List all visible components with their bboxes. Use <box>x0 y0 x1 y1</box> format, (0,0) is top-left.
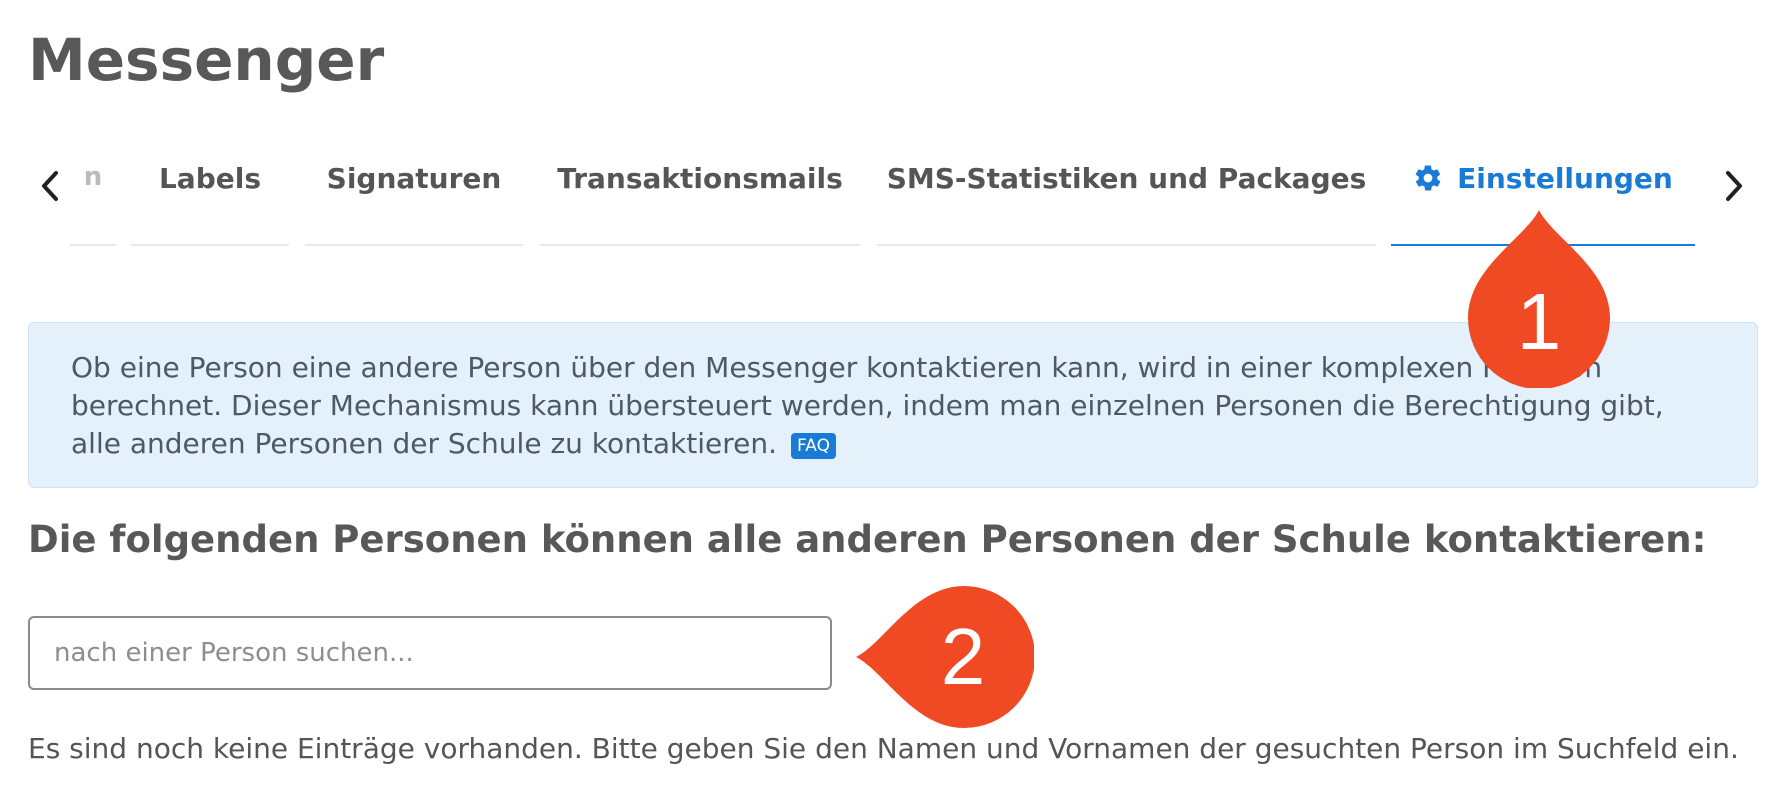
annotation-marker-1: 1 <box>1468 208 1610 389</box>
faq-badge[interactable]: FAQ <box>791 433 836 459</box>
tab-signaturen[interactable]: Signaturen <box>305 150 523 246</box>
gear-icon <box>1415 165 1441 191</box>
tab-sms-statistiken[interactable]: SMS-Statistiken und Packages <box>877 150 1376 246</box>
page-title: Messenger <box>28 26 385 94</box>
tab-labels[interactable]: Labels <box>131 150 289 246</box>
tab-scroll-right-button[interactable] <box>1712 164 1756 208</box>
tab-label: Transaktionsmails <box>557 162 843 195</box>
annotation-marker-2: 2 <box>854 586 1035 728</box>
tab-scroll-left-button[interactable] <box>28 164 72 208</box>
tab-transaktionsmails[interactable]: Transaktionsmails <box>540 150 860 246</box>
tab-label: Labels <box>158 162 262 195</box>
tab-label: SMS-Statistiken und Packages <box>886 162 1367 195</box>
section-heading: Die folgenden Personen können alle ander… <box>28 518 1707 561</box>
tab-label: Einstellungen <box>1457 162 1673 195</box>
chevron-left-icon <box>42 171 58 201</box>
tab-label: Signaturen <box>326 162 502 195</box>
chevron-right-icon <box>1726 171 1742 201</box>
empty-state-text: Es sind noch keine Einträge vorhanden. B… <box>28 732 1739 765</box>
person-search-input[interactable] <box>28 616 832 690</box>
tab-partial[interactable]: n <box>70 150 116 246</box>
info-text: Ob eine Person eine andere Person über d… <box>71 351 1664 460</box>
